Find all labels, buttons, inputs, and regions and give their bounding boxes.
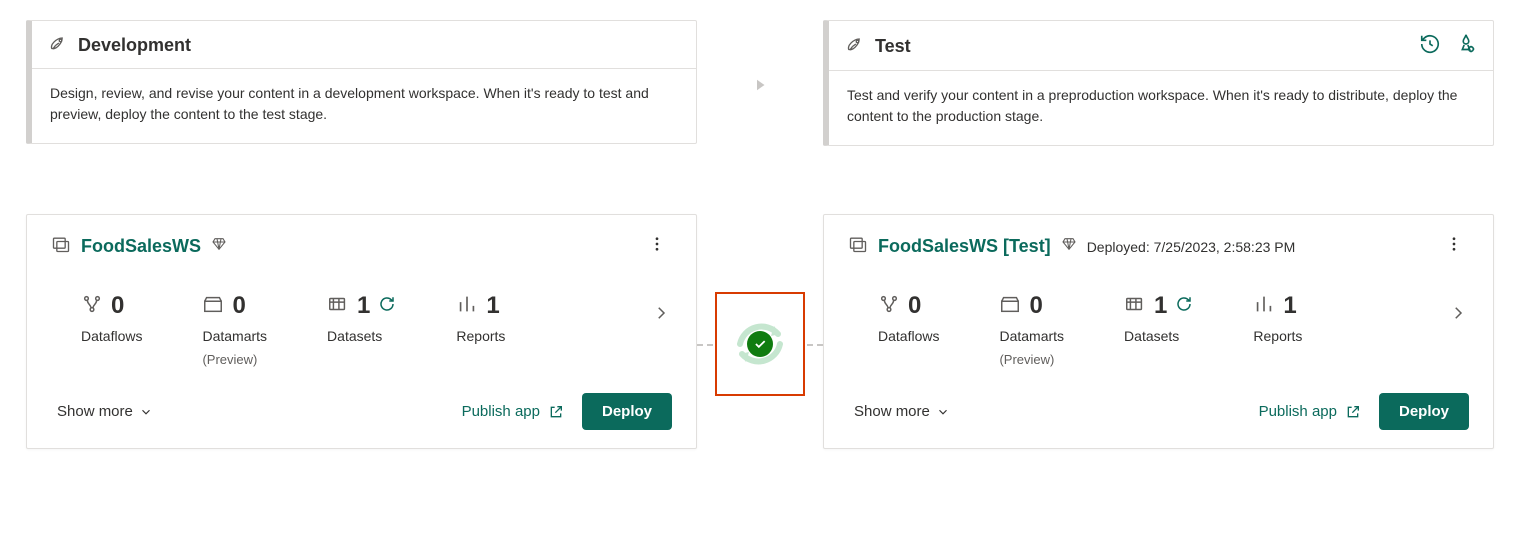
stage-card-test: Test	[823, 20, 1494, 146]
workspace-card-test: FoodSalesWS [Test] Deployed: 7/25/2023, …	[823, 214, 1494, 449]
metric-label: Reports	[1253, 328, 1302, 344]
workspace-more-menu[interactable]	[642, 231, 672, 262]
metric-dataflows: 0 Dataflows	[878, 292, 939, 344]
metric-reports: 1 Reports	[456, 292, 505, 344]
external-link-icon	[548, 404, 564, 420]
metric-count: 1	[1154, 292, 1167, 320]
show-more-label: Show more	[57, 403, 133, 420]
workspace-icon	[848, 234, 868, 259]
datasets-icon	[1124, 293, 1146, 320]
sync-success-badge	[747, 331, 773, 357]
chevron-down-icon	[936, 405, 950, 419]
workspace-more-menu[interactable]	[1439, 231, 1469, 262]
metric-reports: 1 Reports	[1253, 292, 1302, 344]
metric-label: Datasets	[1124, 328, 1193, 344]
metric-count: 0	[111, 292, 124, 320]
metric-label: Dataflows	[81, 328, 142, 344]
metric-label: Reports	[456, 328, 505, 344]
workspace-name-link[interactable]: FoodSalesWS	[81, 236, 201, 257]
metric-label: Datamarts	[999, 328, 1064, 344]
reports-icon	[456, 293, 478, 320]
stage-title-development: Development	[78, 35, 680, 56]
workspace-icon	[51, 234, 71, 259]
metric-dataflows: 0 Dataflows	[81, 292, 142, 344]
refresh-icon[interactable]	[378, 295, 396, 318]
external-link-icon	[1345, 404, 1361, 420]
metric-label: Dataflows	[878, 328, 939, 344]
publish-app-button[interactable]: Publish app	[462, 403, 564, 420]
deploy-button[interactable]: Deploy	[1379, 393, 1469, 430]
metric-count: 0	[1029, 292, 1042, 320]
metric-datamarts: 0 Datamarts (Preview)	[999, 292, 1064, 367]
show-more-button[interactable]: Show more	[854, 403, 950, 420]
chevron-down-icon	[139, 405, 153, 419]
publish-app-button[interactable]: Publish app	[1259, 403, 1361, 420]
settings-deployment-icon[interactable]	[1455, 33, 1477, 60]
metric-count: 0	[908, 292, 921, 320]
publish-app-label: Publish app	[462, 403, 540, 420]
show-more-button[interactable]: Show more	[57, 403, 153, 420]
workspace-name-link[interactable]: FoodSalesWS [Test]	[878, 236, 1051, 257]
compare-status-highlight	[715, 292, 805, 396]
workspace-card-development: FoodSalesWS	[26, 214, 697, 449]
datasets-icon	[327, 293, 349, 320]
stage-title-test: Test	[875, 36, 1409, 57]
publish-app-label: Publish app	[1259, 403, 1337, 420]
diamond-icon	[211, 236, 227, 257]
stage-forward-arrow	[709, 20, 811, 150]
metric-label: Datamarts	[202, 328, 267, 344]
dataflows-icon	[878, 293, 900, 320]
rocket-icon	[48, 33, 68, 58]
deployed-timestamp: Deployed: 7/25/2023, 2:58:23 PM	[1087, 239, 1296, 255]
dataflows-icon	[81, 293, 103, 320]
metric-datasets: 1 Datasets	[327, 292, 396, 344]
metric-datamarts: 0 Datamarts (Preview)	[202, 292, 267, 367]
metric-count: 1	[357, 292, 370, 320]
metric-count: 1	[1283, 292, 1296, 320]
show-more-label: Show more	[854, 403, 930, 420]
datamarts-icon	[999, 293, 1021, 320]
metrics-scroll-right[interactable]	[646, 298, 676, 333]
metric-label: Datasets	[327, 328, 396, 344]
refresh-icon[interactable]	[1175, 295, 1193, 318]
stage-description-development: Design, review, and revise your content …	[32, 69, 696, 143]
metric-count: 1	[486, 292, 499, 320]
metric-datasets: 1 Datasets	[1124, 292, 1193, 344]
stage-description-test: Test and verify your content in a prepro…	[829, 71, 1493, 145]
rocket-icon	[845, 34, 865, 59]
deploy-button[interactable]: Deploy	[582, 393, 672, 430]
stage-card-development: Development Design, review, and revise y…	[26, 20, 697, 144]
metric-count: 0	[232, 292, 245, 320]
metric-sublabel: (Preview)	[999, 352, 1064, 367]
datamarts-icon	[202, 293, 224, 320]
metrics-scroll-right[interactable]	[1443, 298, 1473, 333]
diamond-icon	[1061, 236, 1077, 257]
reports-icon	[1253, 293, 1275, 320]
history-icon[interactable]	[1419, 33, 1441, 60]
metric-sublabel: (Preview)	[202, 352, 267, 367]
